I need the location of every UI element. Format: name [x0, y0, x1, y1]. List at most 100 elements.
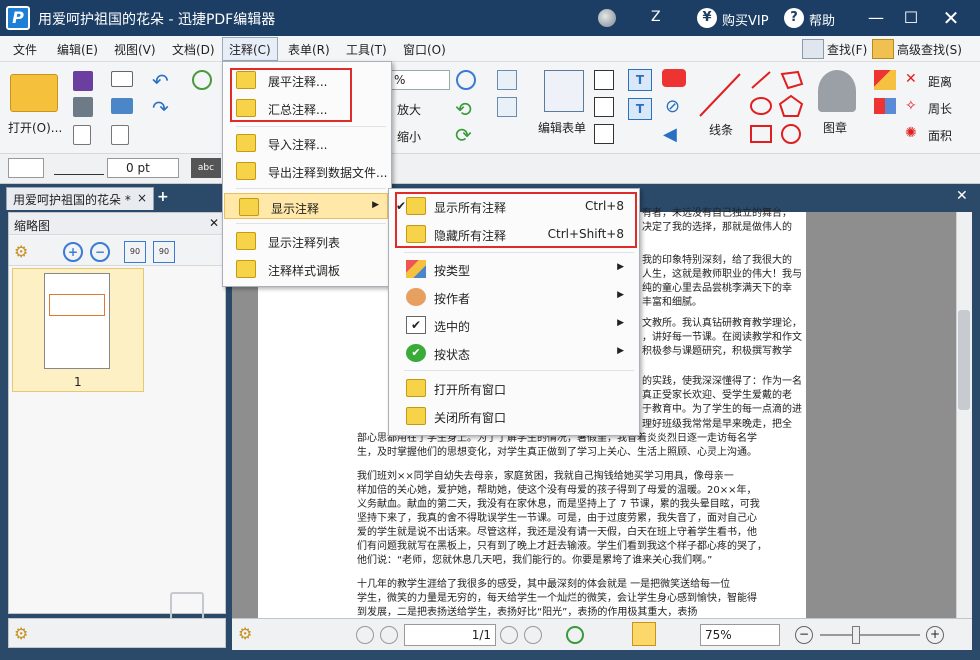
scan-icon[interactable]: [111, 98, 133, 114]
selected-item[interactable]: ✔ 选中的 ▶: [392, 312, 636, 338]
perimeter-button[interactable]: 周长: [928, 100, 952, 117]
font-style-button[interactable]: abc: [191, 158, 221, 178]
status-zoom-in-icon[interactable]: +: [926, 626, 944, 644]
panel-close-icon[interactable]: ✕: [209, 216, 219, 230]
maximize-button[interactable]: ☐: [898, 6, 924, 30]
by-author-item[interactable]: 按作者 ▶: [392, 284, 636, 310]
theme-moon-icon[interactable]: [598, 9, 616, 27]
show-annotation-list-item[interactable]: 显示注释列表: [222, 228, 390, 254]
text-tool-icon[interactable]: T: [628, 69, 652, 91]
zoom-level-select[interactable]: 75%: [700, 624, 780, 646]
first-page-button[interactable]: [356, 626, 374, 644]
prev-page-button[interactable]: [380, 626, 398, 644]
add-tab-button[interactable]: +: [157, 189, 169, 205]
edit-form-icon[interactable]: [544, 70, 584, 112]
line-style-select[interactable]: [54, 161, 104, 175]
rotate-left-icon[interactable]: ⟲: [455, 97, 472, 121]
history-back-icon[interactable]: [566, 626, 584, 644]
user-label[interactable]: Z: [651, 9, 661, 25]
menu-annotation[interactable]: 注释(C): [229, 41, 271, 58]
open-all-windows-item[interactable]: 打开所有窗口: [392, 375, 636, 401]
print-icon[interactable]: [73, 97, 93, 117]
scrollbar-thumb[interactable]: [958, 310, 970, 410]
eraser-icon[interactable]: [874, 98, 896, 114]
help-icon[interactable]: ?: [784, 8, 804, 28]
pencil-icon[interactable]: [874, 70, 896, 90]
area-button[interactable]: 面积: [928, 127, 952, 144]
text-box-tool-icon[interactable]: [594, 70, 614, 90]
status-zoom-out-icon[interactable]: −: [795, 626, 813, 644]
last-page-button[interactable]: [524, 626, 542, 644]
text-field-icon[interactable]: [497, 97, 517, 117]
by-type-item[interactable]: 按类型 ▶: [392, 256, 636, 282]
import-annotations-item[interactable]: 导入注释...: [222, 130, 390, 156]
menu-file[interactable]: 文件: [13, 41, 37, 58]
rotate-right-icon[interactable]: ⟳: [455, 123, 472, 147]
find-button[interactable]: 查找(F): [827, 41, 867, 58]
thumbnail-zoom-out-icon[interactable]: −: [90, 242, 110, 262]
status-settings-icon[interactable]: ⚙: [238, 624, 252, 643]
shape-tools-icon[interactable]: [748, 68, 808, 150]
vertical-scrollbar[interactable]: [956, 212, 972, 618]
undo-icon[interactable]: ↶: [152, 69, 169, 93]
menu-document[interactable]: 文档(D): [172, 41, 215, 58]
email-icon[interactable]: [111, 71, 133, 87]
note-tool-icon[interactable]: [662, 69, 686, 87]
minimize-button[interactable]: —: [863, 6, 889, 30]
zoom-slider-track[interactable]: [820, 634, 920, 636]
zoom-select[interactable]: %: [390, 70, 450, 90]
callout-tool-icon[interactable]: [594, 124, 614, 144]
rotate-cw-icon[interactable]: 90: [153, 241, 175, 263]
perimeter-icon[interactable]: ✧: [905, 98, 917, 114]
stamp-button[interactable]: 图章: [823, 119, 847, 136]
find-icon[interactable]: [802, 39, 824, 59]
zoom-in-icon[interactable]: [456, 70, 476, 90]
next-page-button[interactable]: [500, 626, 518, 644]
menu-form[interactable]: 表单(R): [288, 41, 330, 58]
attach-file-icon[interactable]: ⊘: [665, 96, 680, 117]
menu-view[interactable]: 视图(V): [114, 41, 156, 58]
line-tool-label[interactable]: 线条: [709, 121, 733, 138]
panel-options-icon[interactable]: ⚙: [14, 624, 28, 643]
rotate-ccw-icon[interactable]: 90: [124, 241, 146, 263]
document-tab[interactable]: 用爱呵护祖国的花朵 * ×: [6, 187, 154, 210]
open-folder-icon[interactable]: [10, 74, 58, 112]
menu-tools[interactable]: 工具(T): [346, 41, 387, 58]
zoom-out-button[interactable]: 缩小: [397, 128, 421, 145]
text-insert-icon[interactable]: T: [628, 98, 652, 120]
back-icon[interactable]: [192, 70, 212, 90]
line-tool-icon[interactable]: [696, 70, 746, 120]
area-icon[interactable]: ✺: [905, 125, 917, 141]
thumbnail-settings-icon[interactable]: ⚙: [14, 242, 28, 261]
annotation-style-palette-item[interactable]: 注释样式调板: [222, 256, 390, 282]
menu-window[interactable]: 窗口(O): [403, 41, 446, 58]
tab-close-icon[interactable]: ×: [137, 191, 147, 205]
stamp-icon[interactable]: [818, 70, 856, 112]
menu-edit[interactable]: 编辑(E): [57, 41, 98, 58]
select-tool-icon[interactable]: [497, 70, 517, 90]
help-link[interactable]: 帮助: [809, 10, 835, 29]
sound-icon[interactable]: ◀: [663, 124, 677, 145]
advanced-find-icon[interactable]: [872, 39, 894, 59]
edit-form-button[interactable]: 编辑表单: [538, 119, 586, 136]
advanced-find-button[interactable]: 高级查找(S): [897, 41, 962, 58]
zoom-in-button[interactable]: 放大: [397, 101, 421, 118]
new-document-icon[interactable]: [111, 125, 129, 145]
page-thumbnail[interactable]: [44, 273, 110, 369]
export-annotations-item[interactable]: 导出注释到数据文件...: [222, 158, 390, 184]
typewriter-tool-icon[interactable]: [594, 97, 614, 117]
close-window-button[interactable]: ✕: [938, 6, 964, 30]
document-icon[interactable]: [73, 125, 91, 145]
close-all-windows-item[interactable]: 关闭所有窗口: [392, 403, 636, 429]
single-page-view-icon[interactable]: [632, 622, 656, 646]
thumbnail-zoom-in-icon[interactable]: +: [63, 242, 83, 262]
open-button-label[interactable]: 打开(O)...: [8, 119, 62, 136]
page-number-input[interactable]: 1/1: [404, 624, 496, 646]
redo-icon[interactable]: ↷: [152, 96, 169, 120]
close-all-tabs-icon[interactable]: ✕: [956, 188, 968, 204]
yen-icon[interactable]: ¥: [697, 8, 717, 28]
save-icon[interactable]: [73, 71, 93, 91]
distance-button[interactable]: 距离: [928, 73, 952, 90]
buy-vip-link[interactable]: 购买VIP: [722, 10, 769, 29]
by-status-item[interactable]: ✔ 按状态 ▶: [392, 340, 636, 366]
